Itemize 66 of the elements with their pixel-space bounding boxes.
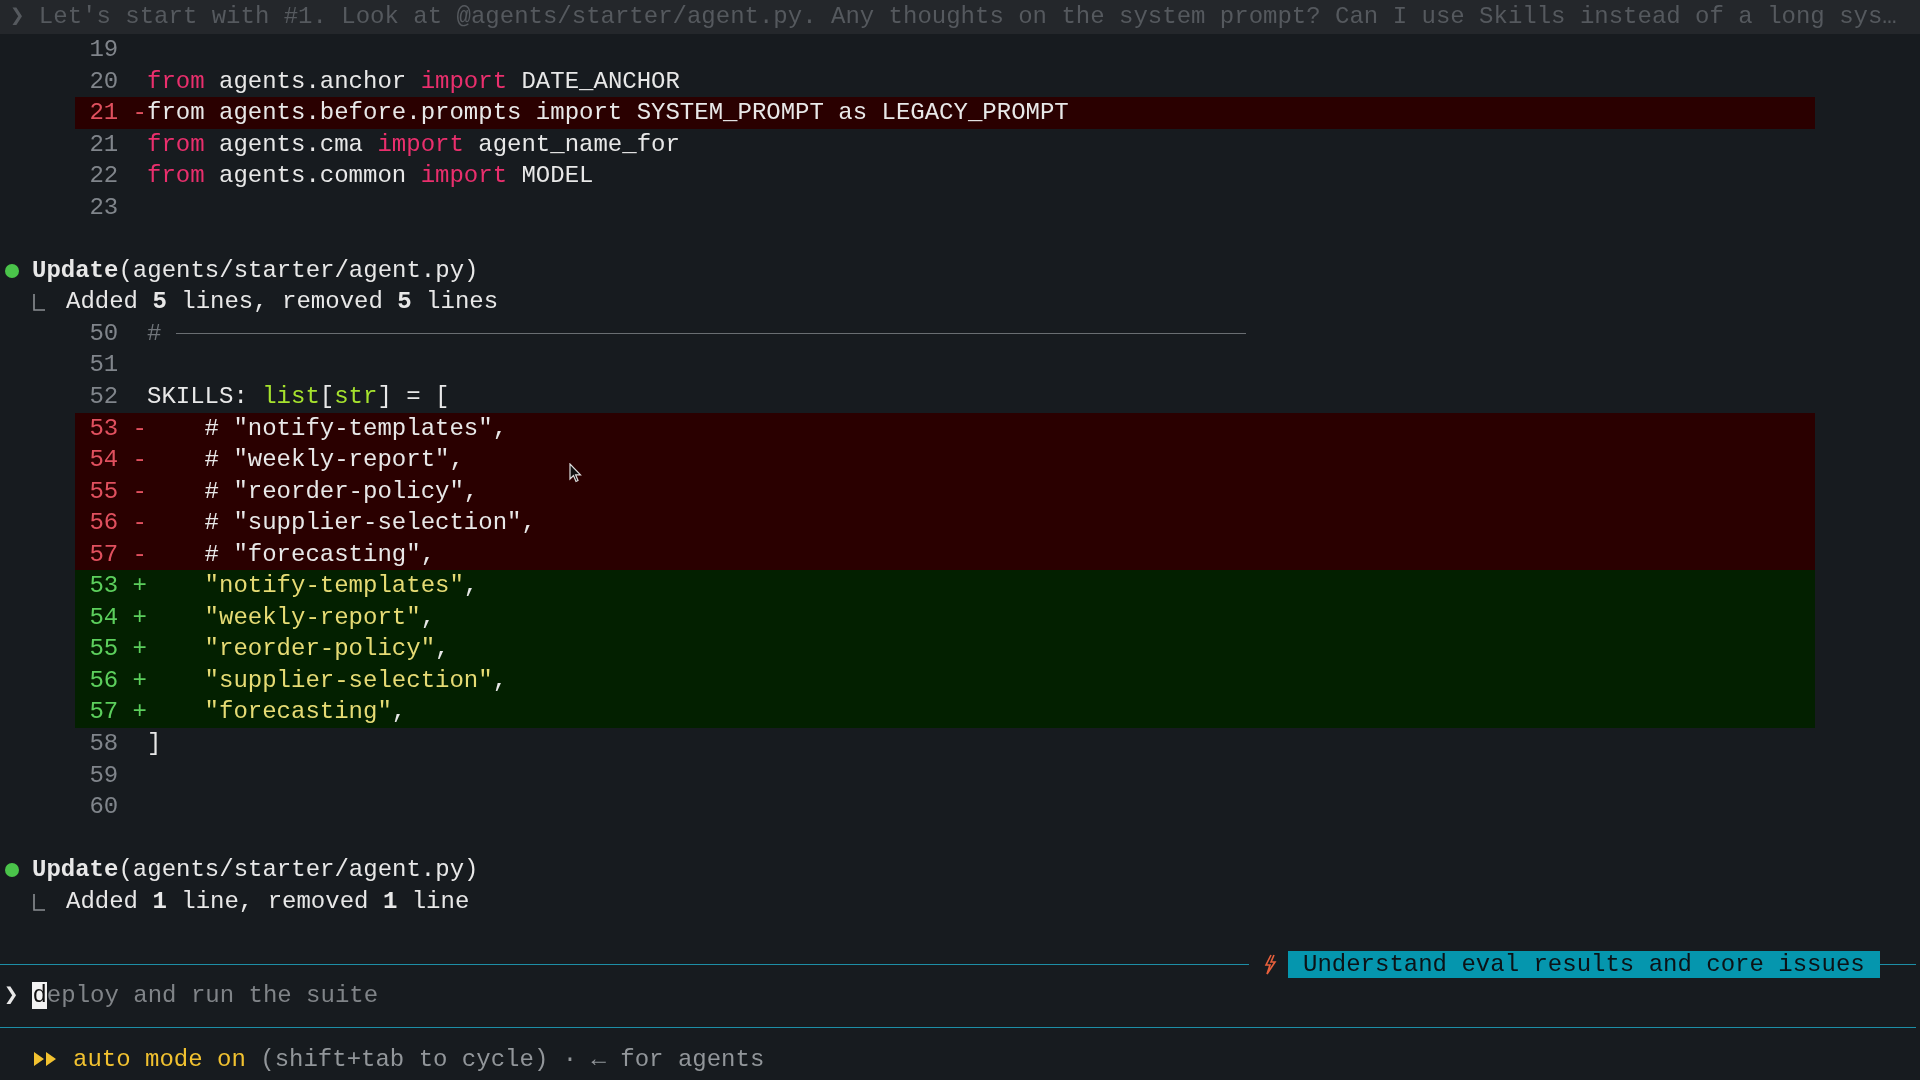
code-line: from agents.anchor import DATE_ANCHOR xyxy=(147,66,680,97)
line-number: 52 xyxy=(88,382,119,412)
code-line: # "notify-templates", xyxy=(203,413,508,444)
line-number: 57 xyxy=(88,697,119,728)
line-number: 53 xyxy=(88,413,119,444)
code-line: # "forecasting", xyxy=(203,539,436,570)
code-line: from agents.before.prompts import SYSTEM_PROMPT as LEGACY_PROMPT xyxy=(147,98,1069,129)
code-line: "weekly-report", xyxy=(203,602,436,633)
line-number: 60 xyxy=(88,792,119,823)
tool-call-title: Update(agents/starter/agent.py) xyxy=(32,855,479,886)
line-number: 51 xyxy=(88,350,119,381)
tool-call-title: Update(agents/starter/agent.py) xyxy=(32,255,479,286)
line-number: 55 xyxy=(88,476,119,507)
mode-label: auto mode on xyxy=(73,1044,246,1075)
diff-sign: - xyxy=(132,508,147,539)
line-number: 54 xyxy=(88,445,119,476)
diff-sign: - xyxy=(132,445,147,476)
line-number: 21 xyxy=(88,98,119,129)
tool-call-summary: Added 5 lines, removed 5 lines xyxy=(66,287,499,318)
code-line: "supplier-selection", xyxy=(203,665,508,696)
diff-sign: + xyxy=(132,665,147,696)
diff-sign: - xyxy=(132,539,147,570)
diff-sign: + xyxy=(132,571,147,602)
diff-sign: + xyxy=(132,697,147,728)
code-line: # xyxy=(147,318,162,349)
prompt-marker: ❯ xyxy=(4,981,19,1012)
mouse-pointer-icon xyxy=(569,463,582,483)
tool-call-summary: Added 1 line, removed 1 line xyxy=(66,886,470,917)
line-number: 59 xyxy=(88,760,119,791)
diff-sign: + xyxy=(132,602,147,633)
line-number: 53 xyxy=(88,571,119,602)
line-number: 55 xyxy=(88,634,119,665)
code-line: from agents.common import MODEL xyxy=(147,161,594,192)
line-number: 56 xyxy=(88,665,119,696)
task-tag: Understand eval results and core issues xyxy=(1288,951,1880,979)
code-line: SKILLS: list[str] = [ xyxy=(147,382,450,412)
mode-hint: (shift+tab to cycle) · ← for agents xyxy=(259,1044,765,1075)
line-number: 54 xyxy=(88,602,119,633)
diff-sign: - xyxy=(132,98,147,129)
line-number: 21 xyxy=(88,129,119,160)
diff-sign: - xyxy=(132,476,147,507)
input-field[interactable]: deploy and run the suite xyxy=(32,980,379,1012)
code-line: # "weekly-report", xyxy=(203,445,464,476)
code-line: # "supplier-selection", xyxy=(203,508,536,539)
tree-branch-icon xyxy=(33,293,46,312)
tree-branch-icon xyxy=(33,892,46,911)
code-line: ] xyxy=(147,729,162,760)
diff-sign: - xyxy=(132,413,147,444)
code-line: from agents.cma import agent_name_for xyxy=(147,129,680,160)
diff-sign: + xyxy=(132,634,147,665)
line-number: 19 xyxy=(88,35,119,65)
status-dot xyxy=(5,263,19,278)
code-line: "forecasting", xyxy=(203,697,407,728)
status-dot xyxy=(5,863,19,877)
line-number: 57 xyxy=(88,539,119,570)
line-number: 20 xyxy=(88,66,119,97)
line-number: 22 xyxy=(88,161,119,192)
line-number: 56 xyxy=(88,508,119,539)
code-line: # "reorder-policy", xyxy=(203,476,479,507)
fast-forward-icon xyxy=(34,1050,56,1069)
line-number: 23 xyxy=(88,192,119,223)
code-line: "notify-templates", xyxy=(203,571,479,602)
code-line: "reorder-policy", xyxy=(203,634,450,665)
line-number: 58 xyxy=(88,729,119,760)
lightning-icon xyxy=(1264,954,1277,976)
line-number: 50 xyxy=(88,318,119,349)
